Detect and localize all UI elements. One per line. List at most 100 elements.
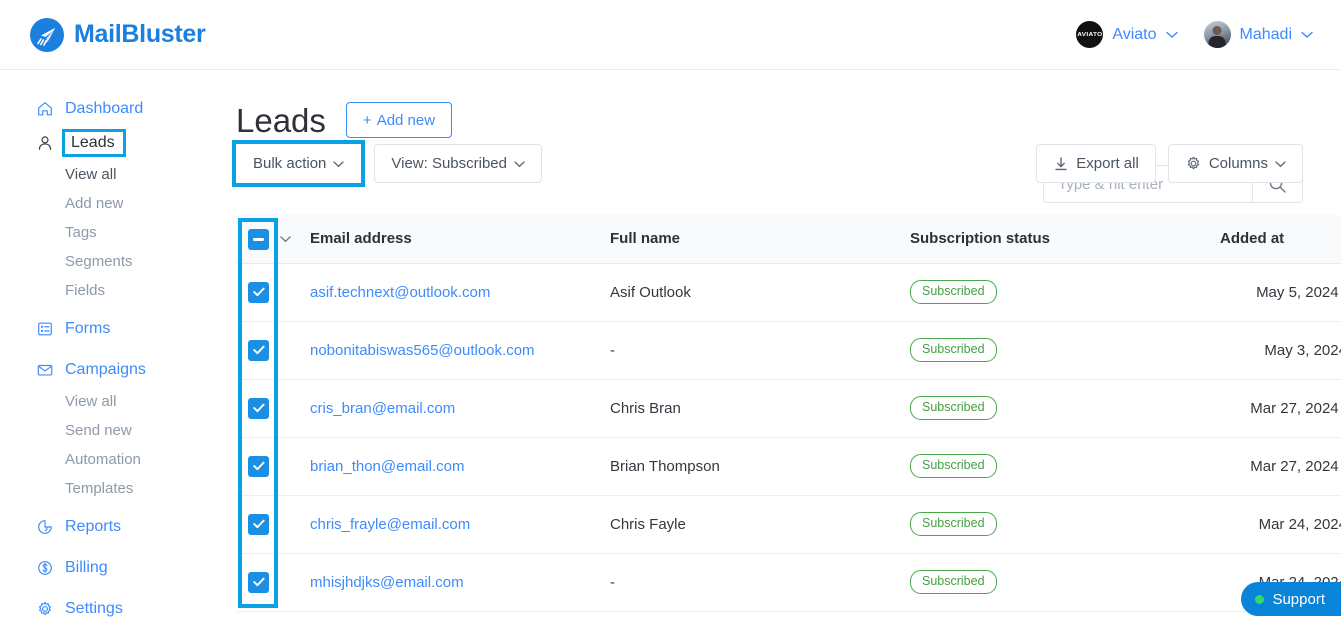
sidebar-item-campaigns-templates[interactable]: Templates <box>0 474 230 503</box>
annotation-box-leads: Leads <box>62 129 126 157</box>
cell-added-at: Mar 24, 2024 2:38 PM <box>1220 495 1341 554</box>
sidebar-item-settings[interactable]: Settings <box>0 592 230 624</box>
cell-full-name: Chris Bran <box>610 379 910 438</box>
email-link[interactable]: chris_frayle@email.com <box>310 516 470 533</box>
brand-name: MailBluster <box>74 20 206 48</box>
email-link[interactable]: mhisjhdjks@email.com <box>310 574 464 591</box>
sidebar-subitem-label: Fields <box>65 282 106 299</box>
email-link[interactable]: cris_bran@email.com <box>310 400 455 417</box>
cell-added-at: May 5, 2024 12:38 PM <box>1220 263 1341 322</box>
export-all-button[interactable]: Export all <box>1036 144 1156 183</box>
row-spacer-cell <box>280 553 310 612</box>
select-all-header-cell <box>236 215 280 264</box>
sidebar-item-forms[interactable]: Forms <box>0 312 230 346</box>
leads-page: MailBluster AVIATO Aviato Mahadi Dashboa… <box>0 0 1341 624</box>
sidebar-item-label: Campaigns <box>65 361 146 378</box>
forms-icon <box>38 322 52 336</box>
table-row: asif.technext@outlook.com Asif Outlook Sub… <box>236 263 1341 322</box>
sidebar-item-leads-fields[interactable]: Fields <box>0 276 230 305</box>
top-bar: MailBluster AVIATO Aviato Mahadi <box>0 0 1341 70</box>
sidebar-item-campaigns-automation[interactable]: Automation <box>0 445 230 474</box>
sidebar-item-campaigns[interactable]: Campaigns <box>0 353 230 387</box>
user-photo-avatar <box>1203 21 1231 48</box>
row-checkbox[interactable] <box>248 571 269 593</box>
chevron-down-icon <box>1301 26 1313 44</box>
cell-full-name: Chris Fayle <box>610 495 910 554</box>
check-icon <box>252 519 265 529</box>
row-checkbox[interactable] <box>248 339 269 361</box>
sidebar-item-label: Billing <box>65 559 108 576</box>
sidebar-item-reports[interactable]: Reports <box>0 510 230 544</box>
view-filter-button[interactable]: View: Subscribed <box>374 144 542 183</box>
sidebar-item-campaigns-send-new[interactable]: Send new <box>0 416 230 445</box>
column-header-added-at[interactable]: Added at <box>1220 215 1341 264</box>
toolbar-left-group: Bulk action View: Subscribed <box>231 140 542 187</box>
add-new-button[interactable]: + Add new <box>345 102 453 138</box>
sidebar-item-label: Dashboard <box>65 100 144 117</box>
sidebar-item-leads-tags[interactable]: Tags <box>0 218 230 247</box>
cell-full-name: - <box>610 553 910 612</box>
sidebar-item-leads[interactable]: Leads <box>0 126 230 160</box>
sidebar-item-leads-add-new[interactable]: Add new <box>0 189 230 218</box>
cell-email-address: cris_bran@email.com <box>310 379 610 438</box>
table-row: brian_thon@email.com Brian Thompson Subscr… <box>236 437 1341 496</box>
minus-icon <box>253 237 264 241</box>
envelope-icon <box>37 364 53 376</box>
row-spacer-cell <box>280 321 310 380</box>
sidebar-item-billing[interactable]: Billing <box>0 551 230 585</box>
cell-full-name: - <box>610 321 910 380</box>
chevron-down-icon <box>514 157 525 171</box>
status-badge: Subscribed <box>910 396 997 420</box>
cell-subscription-status: Subscribed <box>910 263 1220 322</box>
brand-logo-area[interactable]: MailBluster <box>30 17 206 52</box>
row-checkbox[interactable] <box>248 397 269 419</box>
cell-email-address: chris_frayle@email.com <box>310 495 610 554</box>
column-header-full-name[interactable]: Full name <box>610 215 910 264</box>
column-header-subscription-status[interactable]: Subscription status <box>910 215 1220 264</box>
row-checkbox[interactable] <box>248 513 269 535</box>
page-title: Leads <box>236 101 326 139</box>
check-icon <box>252 577 265 587</box>
sidebar-item-label: Leads <box>71 134 115 151</box>
email-link[interactable]: nobonitabiswas565@outlook.com <box>310 342 535 359</box>
row-checkbox[interactable] <box>248 455 269 477</box>
check-icon <box>252 345 265 355</box>
columns-button[interactable]: Columns <box>1167 144 1303 183</box>
status-badge: Subscribed <box>910 338 997 362</box>
cell-email-address: brian_thon@email.com <box>310 437 610 496</box>
sidebar-item-campaigns-view-all[interactable]: View all <box>0 387 230 416</box>
download-icon <box>1055 156 1067 170</box>
column-header-email-address[interactable]: Email address <box>310 215 610 264</box>
workspace-selector-aviato[interactable]: AVIATO Aviato <box>1076 21 1178 48</box>
support-label: Support <box>1272 590 1325 608</box>
cell-added-at: Mar 27, 2024 12:18 PM <box>1220 379 1341 438</box>
chevron-down-icon[interactable] <box>280 231 291 246</box>
table-row: cris_bran@email.com Chris Bran Subscribed M… <box>236 379 1341 438</box>
email-link[interactable]: asif.technext@outlook.com <box>310 284 490 301</box>
bulk-action-button[interactable]: Bulk action <box>236 144 362 183</box>
row-checkbox[interactable] <box>248 281 269 303</box>
table-row: nobonitabiswas565@outlook.com - Subscribed… <box>236 321 1341 380</box>
gear-icon <box>1187 156 1199 170</box>
cell-email-address: nobonitabiswas565@outlook.com <box>310 321 610 380</box>
sidebar-item-dashboard[interactable]: Dashboard <box>0 92 230 126</box>
row-select-cell <box>236 553 280 612</box>
dollar-circle-icon <box>38 561 52 575</box>
support-button[interactable]: Support <box>1241 582 1341 616</box>
leads-table: Email address Full name Subscription sta… <box>236 215 1341 612</box>
sidebar-item-label: Settings <box>65 600 123 617</box>
select-all-checkbox[interactable] <box>248 228 269 250</box>
export-all-label: Export all <box>1076 155 1139 172</box>
chevron-down-icon <box>1165 26 1178 44</box>
user-name: Mahadi <box>1239 25 1292 43</box>
account-controls: AVIATO Aviato Mahadi <box>1076 21 1313 48</box>
cell-added-at: May 3, 2024 7:58 PM <box>1220 321 1341 380</box>
add-new-label: Add new <box>376 111 436 129</box>
cell-added-at: Mar 27, 2024 12:16 PM <box>1220 437 1341 496</box>
sidebar-item-leads-view-all[interactable]: View all <box>0 160 230 189</box>
cell-full-name: Brian Thompson <box>610 437 910 496</box>
sidebar-item-leads-segments[interactable]: Segments <box>0 247 230 276</box>
columns-label: Columns <box>1208 155 1268 172</box>
email-link[interactable]: brian_thon@email.com <box>310 458 464 475</box>
user-menu-mahadi[interactable]: Mahadi <box>1203 21 1313 48</box>
